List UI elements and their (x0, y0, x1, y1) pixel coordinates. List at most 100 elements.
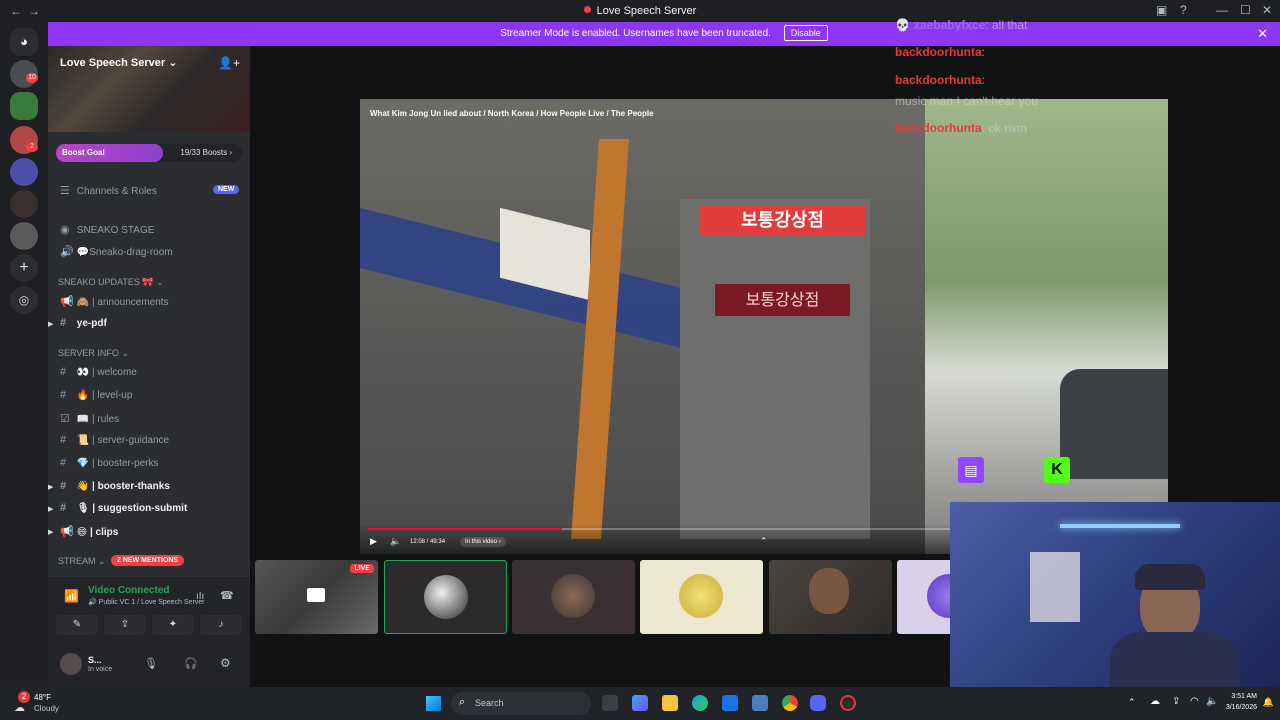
windows-start-icon[interactable] (426, 696, 441, 711)
server-icon[interactable] (10, 222, 38, 250)
play-icon[interactable]: ▶ (370, 536, 377, 547)
category-stream[interactable]: STREAM ⌄ (58, 556, 106, 567)
add-server-icon[interactable]: + (10, 254, 38, 282)
volume-icon[interactable]: 🔈 (390, 536, 401, 547)
tray-icon[interactable]: ☁ (1150, 696, 1160, 707)
app-icon[interactable] (752, 695, 768, 711)
screen-share-icon (307, 588, 325, 602)
clips-channel[interactable]: 📢 😄 | clips (60, 525, 118, 538)
disable-button[interactable]: Disable (783, 25, 828, 41)
voice-channel[interactable]: 🔊 Public VC 1 / Love Speech Server (88, 598, 205, 606)
weather-icon[interactable]: ☁ (14, 701, 25, 714)
clock-date[interactable]: 3/16/2026 (1226, 704, 1257, 711)
server-guidance-channel[interactable]: # 📜 | server-guidance (60, 434, 169, 446)
bell-icon[interactable]: 🔔 (1263, 697, 1274, 708)
megaphone-icon: 📢 (60, 526, 74, 538)
widgets-icon[interactable] (632, 695, 648, 711)
help-icon[interactable]: ? (1180, 3, 1187, 17)
task-view-icon[interactable] (602, 695, 618, 711)
new-mentions-badge[interactable]: 2 NEW MENTIONS (111, 555, 185, 566)
obs-icon[interactable] (840, 695, 856, 711)
screen-share-button[interactable]: ⇪ (104, 615, 146, 635)
participant-tile[interactable] (897, 560, 957, 634)
participant-tile[interactable] (640, 560, 763, 634)
welcome-channel[interactable]: # 👀 | welcome (60, 366, 137, 378)
kick-icon: K (1044, 457, 1070, 483)
server-name[interactable]: Love Speech Server ⌄ (60, 56, 177, 69)
tray-icon[interactable]: ⇪ (1172, 696, 1180, 707)
chevron-up-icon[interactable]: ⌃ (1128, 697, 1136, 708)
booster-thanks-channel[interactable]: # 👋 | booster-thanks (60, 480, 170, 492)
wall-calendar (1030, 552, 1080, 622)
suggestion-submit-channel[interactable]: # 🎙 | suggestion-submit (60, 502, 187, 514)
banner-text: Streamer Mode is enabled. Usernames have… (500, 28, 771, 39)
video-progress-fill (368, 528, 563, 530)
maximize-icon[interactable]: ☐ (1240, 3, 1251, 17)
announcements-channel[interactable]: 📢 🙈 | announcements (60, 295, 169, 308)
edge-icon[interactable] (692, 695, 708, 711)
chevron-up-icon[interactable]: ⌃ (760, 536, 768, 547)
parked-car (1060, 369, 1168, 479)
minimize-icon[interactable]: — (1216, 3, 1228, 17)
weather-desc[interactable]: Cloudy (34, 704, 59, 713)
weather-temp[interactable]: 48°F (34, 693, 51, 702)
doorway (680, 199, 870, 539)
title-bar: ← → Love Speech Server ▣ ? — ☐ ✕ (0, 0, 1280, 22)
headphones-icon[interactable]: 🎧 (184, 657, 198, 670)
hash-icon: # (60, 389, 67, 401)
drag-room-channel[interactable]: 🔊 💬Sneako-drag-room (60, 245, 173, 258)
user-name[interactable]: S... (88, 655, 102, 665)
video-player[interactable]: 보통강상점 보통강상점 What Kim Jong Un lied about … (360, 99, 1168, 554)
chat-message: backdoorhunta: (895, 73, 986, 87)
soundboard-button[interactable]: ♪ (200, 615, 242, 635)
taskbar-search[interactable]: ⌕ Search (451, 692, 591, 715)
close-window-icon[interactable]: ✕ (1262, 3, 1272, 17)
microphone-icon[interactable]: 🎙 (144, 657, 158, 670)
live-badge: LIVE (350, 564, 374, 573)
unread-indicator: ▶ (48, 506, 54, 513)
activities-button[interactable]: ✦ (152, 615, 194, 635)
search-placeholder: Search (475, 698, 504, 708)
booster-perks-channel[interactable]: # 💎 | booster-perks (60, 457, 159, 469)
camera-button[interactable]: ✎ (56, 615, 98, 635)
discord-icon[interactable] (810, 695, 826, 711)
inbox-icon[interactable]: ▣ (1156, 3, 1167, 17)
wifi-icon[interactable]: ◠ (1190, 696, 1199, 707)
ye-pdf-channel[interactable]: # ye-pdf (60, 317, 107, 329)
server-icon[interactable] (10, 190, 38, 218)
category-sneako-updates[interactable]: SNEAKO UPDATES 🎀 ⌄ (58, 277, 164, 288)
participant-tile[interactable] (384, 560, 507, 634)
stage-channel[interactable]: ◉ SNEAKO STAGE (60, 223, 154, 236)
chapter-chip[interactable]: In this video › (460, 537, 506, 547)
store-icon[interactable] (722, 695, 738, 711)
category-server-info[interactable]: SERVER INFO ⌄ (58, 348, 129, 359)
webcam-overlay (950, 502, 1280, 687)
discover-icon[interactable]: ◎ (10, 286, 38, 314)
invite-icon[interactable]: 👤+ (218, 56, 240, 70)
voice-status[interactable]: Video Connected (88, 585, 170, 596)
volume-icon[interactable]: 🔈 (1206, 696, 1218, 707)
twitch-icon: ▤ (958, 457, 984, 483)
live-dot-icon (583, 6, 591, 13)
server-notification-badge: 10 (26, 73, 38, 83)
disconnect-icon[interactable]: ☎ (220, 589, 234, 602)
participant-tile[interactable] (769, 560, 892, 634)
rules-channel[interactable]: ☑ 📖 | rules (60, 412, 119, 425)
boost-goal-bar[interactable]: Boost Goal 19/33 Boosts › (56, 144, 242, 162)
participant-tile[interactable] (512, 560, 635, 634)
avatar[interactable] (60, 653, 82, 675)
avatar (679, 574, 723, 618)
close-icon[interactable]: ✕ (1257, 22, 1268, 46)
clock-time[interactable]: 3:51 AM (1231, 693, 1257, 700)
level-up-channel[interactable]: # 🔥 | level-up (60, 389, 132, 401)
channels-roles-item[interactable]: ☰ Channels & Roles (60, 184, 157, 197)
outside-view (925, 99, 1168, 554)
file-explorer-icon[interactable] (662, 695, 678, 711)
noise-suppression-icon[interactable]: ıIı (196, 591, 204, 602)
discord-home-icon[interactable]: ◕ (10, 28, 38, 56)
settings-gear-icon[interactable]: ⚙ (220, 656, 231, 670)
server-icon[interactable] (10, 158, 38, 186)
server-icon[interactable] (10, 92, 38, 120)
participant-tile[interactable]: LIVE (255, 560, 378, 634)
chrome-icon[interactable] (782, 695, 798, 711)
